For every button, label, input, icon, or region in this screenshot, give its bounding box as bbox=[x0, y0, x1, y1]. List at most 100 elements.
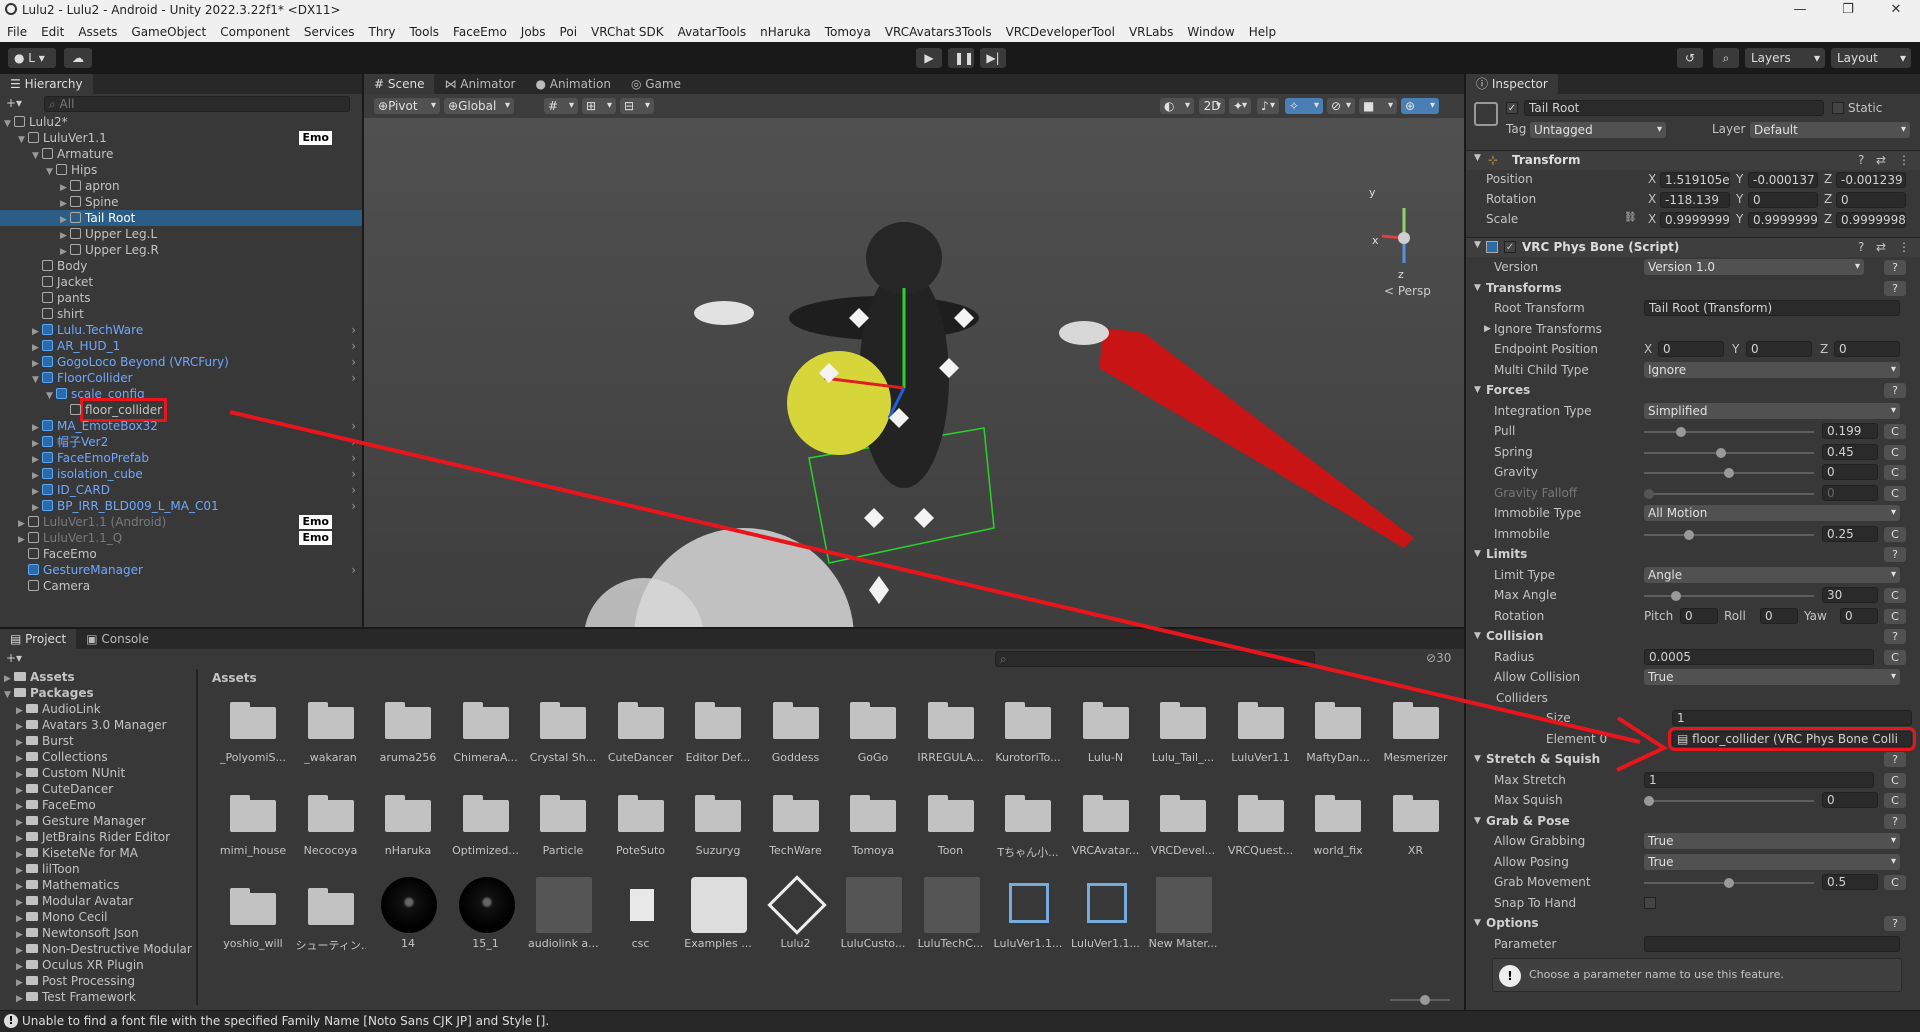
pull-value-field[interactable]: 0.199 bbox=[1822, 423, 1878, 439]
gravity-falloff-slider[interactable] bbox=[1644, 488, 1814, 499]
prefab-chevron-icon[interactable]: › bbox=[351, 450, 356, 466]
menu-nharuka[interactable]: nHaruka bbox=[753, 22, 818, 42]
physbone-menu-icon[interactable]: ⋮ bbox=[1898, 240, 1910, 254]
project-folder-faceemo[interactable]: ▶ FaceEmo bbox=[16, 797, 96, 813]
pitch-label[interactable]: Pitch bbox=[1644, 608, 1673, 625]
menu-vrcdevelopertool[interactable]: VRCDeveloperTool bbox=[999, 22, 1122, 42]
curve-button[interactable]: C bbox=[1884, 424, 1906, 439]
object-name-field[interactable]: Tail Root bbox=[1524, 100, 1824, 116]
project-folder-audiolink[interactable]: ▶ AudioLink bbox=[16, 701, 101, 717]
hierarchy-item-spine[interactable]: ▶ Spine bbox=[0, 194, 362, 210]
asset-lulucusto[interactable]: LuluCusto... bbox=[838, 875, 908, 955]
asset-vrcquest[interactable]: VRCQuest... bbox=[1226, 782, 1296, 862]
asset-wakaran[interactable]: _wakaran bbox=[296, 689, 366, 769]
element0-field[interactable]: ▤ floor_collider (VRC Phys Bone Colli bbox=[1668, 726, 1916, 751]
asset-luluver1-1[interactable]: LuluVer1.1... bbox=[993, 875, 1063, 955]
radius-field[interactable]: 0.0005 bbox=[1644, 648, 1874, 665]
asset-techware[interactable]: TechWare bbox=[761, 782, 831, 862]
version-dropdown[interactable]: Version 1.0 bbox=[1644, 259, 1864, 275]
project-folder-assets[interactable]: ▶ Assets bbox=[4, 669, 75, 685]
project-folder-modular-avatar[interactable]: ▶ Modular Avatar bbox=[16, 893, 133, 909]
asset-t[interactable]: Tちゃん小... bbox=[993, 782, 1063, 862]
menu-assets[interactable]: Assets bbox=[71, 22, 124, 42]
asset-xr[interactable]: XR bbox=[1381, 782, 1451, 862]
asset-optimized[interactable]: Optimized... bbox=[451, 782, 521, 862]
curve-button[interactable]: C bbox=[1884, 649, 1906, 665]
asset-14[interactable]: 14 bbox=[373, 875, 443, 955]
asset-luluver1-1[interactable]: LuluVer1.1 bbox=[1226, 689, 1296, 769]
asset-vrcavatar[interactable]: VRCAvatar... bbox=[1071, 782, 1141, 862]
asset-chimeraa[interactable]: ChimeraA... bbox=[451, 689, 521, 769]
slider-handle[interactable] bbox=[1644, 796, 1654, 806]
axis-y-label[interactable]: Y bbox=[1736, 212, 1743, 226]
slider-handle[interactable] bbox=[1684, 529, 1694, 540]
hierarchy-item-lulu-techware[interactable]: ▶ Lulu.TechWare › bbox=[0, 322, 362, 338]
position-x-field[interactable]: 1.519105e- bbox=[1660, 172, 1730, 188]
tab-game[interactable]: ◎ Game bbox=[621, 74, 691, 94]
multi-child-type-dropdown[interactable]: Ignore bbox=[1644, 361, 1900, 378]
tab-hierarchy[interactable]: ☰ Hierarchy bbox=[0, 74, 93, 94]
curve-button[interactable]: C bbox=[1884, 875, 1906, 890]
axis-y-label[interactable]: Y bbox=[1736, 172, 1743, 186]
transforms-section-header[interactable]: Transforms bbox=[1486, 280, 1562, 297]
help-button[interactable]: ? bbox=[1884, 916, 1906, 931]
project-folder-packages[interactable]: ▼ Packages bbox=[4, 685, 94, 701]
hierarchy-item-hips[interactable]: ▼ Hips bbox=[0, 162, 362, 178]
limit-type-dropdown[interactable]: Angle bbox=[1644, 566, 1900, 583]
curve-button[interactable]: C bbox=[1884, 793, 1906, 808]
asset-particle[interactable]: Particle bbox=[528, 782, 598, 862]
axis-z-label[interactable]: Z bbox=[1824, 172, 1832, 186]
hierarchy-item-faceemoprefab[interactable]: ▶ FaceEmoPrefab › bbox=[0, 450, 362, 466]
hierarchy-item-upper-leg-r[interactable]: ▶ Upper Leg.R bbox=[0, 242, 362, 258]
layout-dropdown[interactable]: Layout ▾ bbox=[1831, 48, 1911, 68]
hierarchy-item-ver2[interactable]: ▶ 帽子Ver2 › bbox=[0, 434, 362, 450]
tab-scene[interactable]: # Scene bbox=[364, 74, 435, 94]
layers-dropdown[interactable]: Layers ▾ bbox=[1745, 48, 1825, 68]
max-angle-slider[interactable] bbox=[1644, 591, 1814, 601]
physbone-help-icon[interactable]: ? bbox=[1858, 240, 1864, 254]
project-folder-oculus-xr-plugin[interactable]: ▶ Oculus XR Plugin bbox=[16, 957, 144, 973]
project-splitter[interactable] bbox=[196, 669, 198, 1005]
hidden-count-label[interactable]: ⊘30 bbox=[1426, 651, 1451, 665]
menu-faceemo[interactable]: FaceEmo bbox=[446, 22, 514, 42]
asset-suzuryg[interactable]: Suzuryg bbox=[683, 782, 753, 862]
grid-visibility-icon[interactable]: ⊞ bbox=[582, 98, 616, 114]
menu-vrcavatars3tools[interactable]: VRCAvatars3Tools bbox=[878, 22, 999, 42]
pitch-field[interactable]: 0 bbox=[1680, 607, 1718, 624]
axis-x-label[interactable]: X bbox=[1648, 172, 1656, 186]
hierarchy-search-input[interactable]: ⌕ All bbox=[44, 96, 350, 112]
project-folder-test-framework[interactable]: ▶ Test Framework bbox=[16, 989, 136, 1005]
asset-nharuka[interactable]: nHaruka bbox=[373, 782, 443, 862]
endpoint-y-field[interactable]: 0 bbox=[1746, 341, 1812, 357]
history-icon[interactable]: ↺ bbox=[1677, 48, 1703, 68]
curve-button[interactable]: C bbox=[1884, 444, 1906, 460]
step-button[interactable]: ▶| bbox=[980, 48, 1006, 68]
menu-window[interactable]: Window bbox=[1180, 22, 1241, 42]
help-button[interactable]: ? bbox=[1884, 752, 1906, 767]
constrain-proportions-icon[interactable]: ⛓ bbox=[1624, 212, 1637, 223]
help-button[interactable]: ? bbox=[1884, 547, 1906, 562]
foldout-arrow-icon[interactable]: ▶ bbox=[16, 991, 26, 1005]
draw-mode-icon[interactable]: ◐ bbox=[1160, 98, 1194, 114]
prefab-chevron-icon[interactable]: › bbox=[351, 434, 356, 450]
slider-handle[interactable] bbox=[1676, 427, 1686, 437]
project-folder-mono-cecil[interactable]: ▶ Mono Cecil bbox=[16, 909, 107, 925]
gravity-falloff-value-field[interactable]: 0 bbox=[1822, 484, 1878, 501]
project-folder-non-destructive-modular[interactable]: ▶ Non-Destructive Modular bbox=[16, 941, 192, 957]
axis-z-label[interactable]: Z bbox=[1820, 341, 1828, 358]
version-help-button[interactable]: ? bbox=[1884, 259, 1906, 275]
hierarchy-item-faceemo[interactable]: FaceEmo bbox=[0, 546, 362, 562]
asset-mimi-house[interactable]: mimi_house bbox=[218, 782, 288, 862]
curve-button[interactable]: C bbox=[1884, 485, 1906, 501]
physbone-preset-icon[interactable]: ⇄ bbox=[1876, 240, 1886, 254]
asset-world-fix[interactable]: world_fix bbox=[1303, 782, 1373, 862]
max-squish-value-field[interactable]: 0 bbox=[1822, 792, 1878, 808]
help-button[interactable]: ? bbox=[1884, 280, 1906, 296]
curve-button[interactable]: C bbox=[1884, 772, 1906, 788]
hierarchy-item-apron[interactable]: ▶ apron bbox=[0, 178, 362, 194]
asset-maftydan[interactable]: MaftyDan... bbox=[1303, 689, 1373, 769]
immobile-value-field[interactable]: 0.25 bbox=[1822, 525, 1878, 542]
add-icon[interactable]: +▾ bbox=[6, 96, 22, 110]
menu-edit[interactable]: Edit bbox=[34, 22, 71, 42]
mode-2d-button[interactable]: 2D bbox=[1199, 98, 1225, 114]
